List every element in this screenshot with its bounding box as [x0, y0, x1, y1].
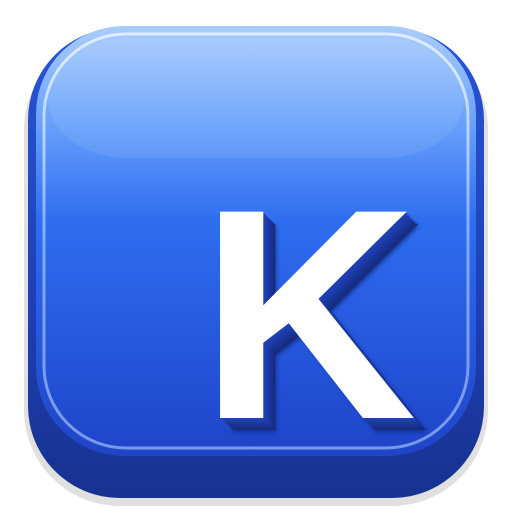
app-icon[interactable]: K — [0, 0, 512, 512]
icon-canvas: K — [0, 0, 512, 512]
letter-k-glyph: K — [200, 146, 417, 482]
icon-gloss — [48, 38, 464, 158]
